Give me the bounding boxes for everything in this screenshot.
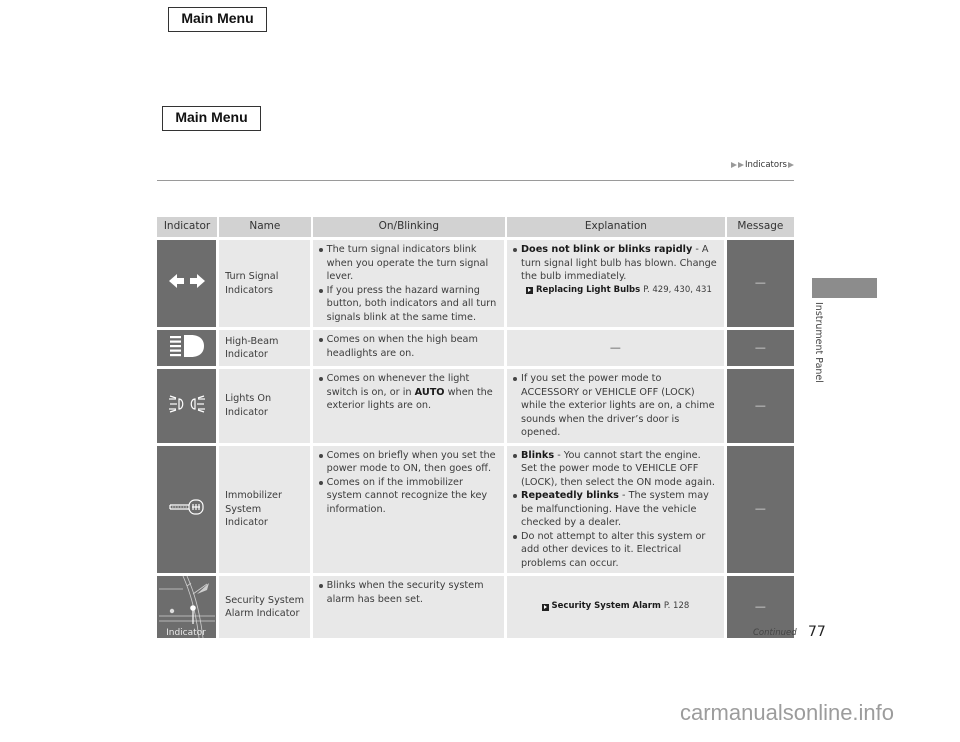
section-tab-label: Instrument Panel — [813, 302, 824, 383]
column-header-indicator: Indicator — [157, 217, 220, 237]
breadcrumb-arrow-icon — [731, 162, 737, 168]
explanation-item: Blinks - You cannot start the engine. Se… — [512, 449, 719, 490]
cross-reference-link[interactable]: Replacing Light Bulbs P. 429, 430, 431 — [526, 284, 719, 298]
message-value: — — [754, 398, 766, 412]
indicator-cell — [157, 445, 220, 573]
column-header-message: Message — [726, 217, 794, 237]
indicators-table: Indicator Name On/Blinking Explanation M… — [157, 214, 794, 641]
explanation-keyword: Repeatedly blinks — [521, 490, 619, 501]
table-row: High-Beam Indicator Comes on when the hi… — [157, 330, 794, 366]
continued-label: Continued — [753, 628, 797, 638]
breadcrumb: Indicators — [731, 160, 794, 170]
indicator-name: High-Beam Indicator — [219, 330, 313, 366]
table-header-row: Indicator Name On/Blinking Explanation M… — [157, 217, 794, 237]
turn-signal-arrows-icon — [168, 274, 205, 289]
indicator-cell — [157, 240, 220, 327]
header-divider — [157, 180, 794, 181]
breadcrumb-section-link[interactable]: Indicators — [745, 160, 787, 170]
indicator-name: Security System Alarm Indicator — [219, 576, 313, 638]
on-blinking-item: The turn signal indicators blink when yo… — [318, 243, 499, 284]
breadcrumb-arrow-icon — [738, 162, 744, 168]
message-cell: — — [726, 445, 794, 573]
on-blinking-item: Comes on when the high beam headlights a… — [318, 333, 499, 360]
section-tab-marker[interactable] — [812, 278, 877, 298]
reference-title: Replacing Light Bulbs — [536, 284, 641, 295]
indicator-name: Lights On Indicator — [219, 369, 313, 443]
on-blinking-item: If you press the hazard warning button, … — [318, 284, 499, 325]
cross-reference-link[interactable]: Security System Alarm P. 128 — [512, 600, 719, 614]
main-menu-button[interactable]: Main Menu — [168, 7, 267, 32]
message-value: — — [754, 502, 766, 515]
on-blinking-cell: The turn signal indicators blink when yo… — [312, 240, 508, 327]
page-number: 77 — [808, 624, 826, 640]
reference-arrow-icon — [541, 603, 549, 611]
on-blinking-cell: Blinks when the security system alarm ha… — [312, 576, 508, 638]
security-alarm-indicator-icon: Indicator — [159, 576, 215, 638]
on-blinking-cell: Comes on when the high beam headlights a… — [312, 330, 508, 366]
indicator-name: Immobilizer System Indicator — [219, 445, 313, 573]
explanation-cell: If you set the power mode to ACCESSORY o… — [507, 369, 727, 443]
main-menu-button-secondary[interactable]: Main Menu — [162, 106, 261, 131]
message-cell: — — [726, 369, 794, 443]
table-row: Turn Signal Indicators The turn signal i… — [157, 240, 794, 327]
on-blinking-item: Blinks when the security system alarm ha… — [318, 579, 499, 606]
message-value: — — [754, 276, 766, 290]
table-row: Indicator Security System Alarm Indicato… — [157, 576, 794, 638]
on-blinking-cell: Comes on whenever the light switch is on… — [312, 369, 508, 443]
explanation-item: Repeatedly blinks - The system may be ma… — [512, 489, 719, 530]
indicator-cell: Indicator — [157, 576, 220, 638]
column-header-name: Name — [219, 217, 313, 237]
reference-pages: P. 128 — [663, 601, 690, 612]
explanation-keyword: Does not blink or blinks rapidly — [521, 244, 693, 255]
reference-pages: P. 429, 430, 431 — [643, 284, 712, 295]
on-blinking-item: Comes on whenever the light switch is on… — [318, 372, 499, 413]
icon-caption: Indicator — [166, 628, 206, 638]
explanation-cell: Blinks - You cannot start the engine. Se… — [507, 445, 727, 573]
reference-title: Security System Alarm — [551, 601, 661, 612]
high-beam-icon — [169, 334, 204, 357]
message-value: — — [754, 340, 766, 354]
explanation-item: Does not blink or blinks rapidly - A tur… — [512, 243, 719, 284]
watermark: carmanualsonline.info — [680, 700, 895, 725]
message-value: — — [754, 599, 766, 613]
message-cell: — — [726, 330, 794, 366]
column-header-explanation: Explanation — [507, 217, 727, 237]
breadcrumb-arrow-icon — [788, 162, 794, 168]
explanation-keyword: Blinks — [521, 449, 555, 461]
lights-on-icon — [168, 394, 205, 413]
immobilizer-key-icon — [168, 499, 204, 515]
on-blinking-item: Comes on briefly when you set the power … — [318, 449, 499, 476]
table-row: Lights On Indicator Comes on whenever th… — [157, 369, 794, 443]
explanation-item: Do not attempt to alter this system or a… — [512, 530, 719, 571]
indicator-name: Turn Signal Indicators — [219, 240, 313, 327]
explanation-cell: Does not blink or blinks rapidly - A tur… — [507, 240, 727, 327]
reference-arrow-icon — [526, 286, 534, 294]
indicator-cell — [157, 369, 220, 443]
table-row: Immobilizer System Indicator Comes on br… — [157, 445, 794, 573]
on-blinking-cell: Comes on briefly when you set the power … — [312, 445, 508, 573]
explanation-item: If you set the power mode to ACCESSORY o… — [512, 372, 719, 440]
indicator-cell — [157, 330, 220, 366]
explanation-cell: — — [507, 330, 727, 366]
message-cell: — — [726, 240, 794, 327]
explanation-text: — — [609, 340, 621, 354]
column-header-on-blinking: On/Blinking — [312, 217, 508, 237]
on-blinking-item: Comes on if the immobilizer system canno… — [318, 476, 499, 517]
explanation-cell: Security System Alarm P. 128 — [507, 576, 727, 638]
auto-keyword: AUTO — [414, 386, 445, 398]
